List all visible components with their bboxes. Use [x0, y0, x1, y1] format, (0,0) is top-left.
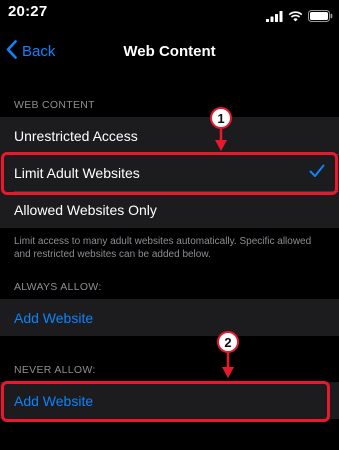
- option-unrestricted-access[interactable]: Unrestricted Access: [0, 117, 339, 154]
- status-bar: 20:27: [0, 0, 339, 30]
- web-content-screen: 20:27 Back Web Content WEB CONTENT Unres…: [0, 0, 339, 450]
- web-content-footer: Limit access to many adult websites auto…: [14, 236, 312, 260]
- always-allow-add-website-button[interactable]: Add Website: [0, 299, 339, 336]
- option-label: Allowed Websites Only: [14, 201, 157, 218]
- always-allow-section-header: ALWAYS ALLOW:: [14, 281, 102, 293]
- annotation-badge-1: 1: [210, 107, 232, 129]
- wifi-icon: [288, 9, 303, 27]
- highlight-box-limit-adult-websites: [1, 152, 338, 195]
- annotation-badge-2: 2: [217, 331, 239, 353]
- option-label: Unrestricted Access: [14, 127, 138, 144]
- status-time: 20:27: [8, 3, 48, 20]
- option-allowed-websites-only[interactable]: Allowed Websites Only: [0, 191, 339, 228]
- signal-icon: [266, 9, 283, 27]
- highlight-box-never-allow-add-website: [1, 381, 330, 422]
- always-allow-group: Add Website: [0, 299, 339, 336]
- navigation-bar: Back Web Content: [0, 30, 339, 74]
- status-icons: [266, 9, 333, 27]
- battery-icon: [308, 9, 333, 27]
- web-content-section-header: WEB CONTENT: [14, 99, 95, 111]
- add-website-label: Add Website: [14, 309, 94, 326]
- annotation-arrow-1: [214, 125, 228, 158]
- page-title: Web Content: [123, 43, 216, 60]
- annotation-arrow-2: [221, 350, 235, 385]
- never-allow-section-header: NEVER ALLOW:: [14, 364, 96, 376]
